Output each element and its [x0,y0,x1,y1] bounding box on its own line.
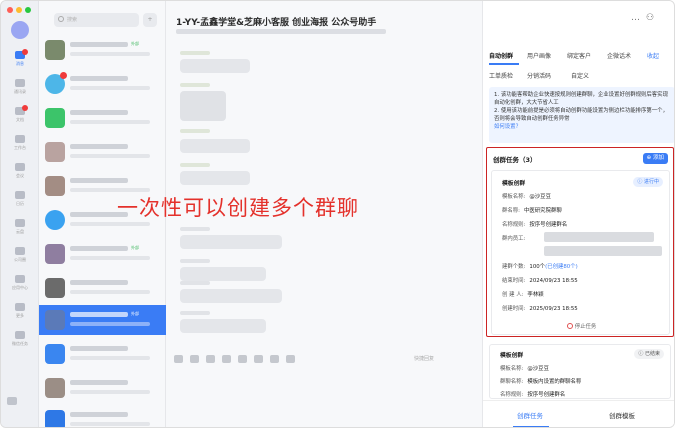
status-badge: ⓘ 进行中 [633,177,663,187]
rail-contacts[interactable]: 通讯录 [10,79,30,95]
message-bubble [180,171,250,185]
rail-docs[interactable]: 文档 [10,105,30,123]
message-bubble [180,139,250,153]
image-icon[interactable] [238,355,247,363]
left-rail: 消息 通讯录 文档 工作台 会议 日历 云盘 公司圈 应用中心 更多 微信任务 [1,1,39,427]
contacts-icon [15,79,25,87]
tab-custom[interactable]: 自定义 [571,71,589,80]
help-note: 1. 该功能客帮助企业快速按规则创建群聊，企业设置好创群规则后客实现自动化创群，… [489,87,674,143]
list-item[interactable] [39,373,166,403]
list-item[interactable] [39,69,166,99]
app-window: 消息 通讯录 文档 工作台 会议 日历 云盘 公司圈 应用中心 更多 微信任务 … [0,0,675,428]
file-icon[interactable] [206,355,215,363]
rail-meeting[interactable]: 会议 [10,163,30,179]
folder-icon[interactable] [254,355,263,363]
message-bubble [180,319,266,333]
more-tools-icon[interactable] [286,355,295,363]
header-actions: …⚇ [631,13,660,23]
bottom-tabs: 创群任务 创群模板 [483,400,674,427]
emoji-icon[interactable] [174,355,183,363]
rail-moments[interactable]: 公司圈 [10,247,30,263]
chat-subtitle [176,29,386,34]
screenshot-icon[interactable] [222,355,231,363]
list-item[interactable] [39,137,166,167]
how-to-link[interactable]: 如何设置？ [494,123,670,131]
annotation-caption: 一次性可以创建多个群聊 [117,196,359,220]
list-item[interactable] [39,405,166,427]
task-item: 模板创群 ⓘ 进行中 模板名称: @沙豆豆 群名称: 中医研究院群聊 名称规则: 按序… [491,170,670,335]
message-bubble [180,235,282,249]
meeting-icon [15,163,25,171]
rail-messages[interactable]: 消息 [10,49,30,67]
tab-ticket-qc[interactable]: 工单质检 [489,71,513,80]
stop-task-button[interactable]: 停止任务 [492,322,671,330]
message-bubble [180,289,282,303]
list-item[interactable] [39,339,166,369]
tab-group-tasks[interactable]: 创群任务 [517,410,543,420]
collapse-button[interactable]: 收起 [647,51,659,60]
tab-user-profile[interactable]: 用户画像 [527,51,551,60]
tab-scripts[interactable]: 企微话术 [607,51,631,60]
apps-icon [15,275,25,283]
chat-title: 1-YY-孟鑫学堂&芝麻小客服 创业海报 公众号助手 [176,18,377,28]
settings-icon[interactable] [7,397,17,405]
more-icon[interactable]: … [631,13,646,23]
more-icon [15,303,25,311]
list-item[interactable] [39,103,166,133]
add-task-button[interactable]: ⊕ 添加 [642,153,668,164]
window-controls[interactable] [7,7,31,13]
rail-apps[interactable]: 应用中心 [10,275,30,291]
quick-reply-button[interactable]: 快捷回复 [414,355,434,362]
search-input[interactable]: 搜索 [54,13,139,27]
task-icon [15,331,25,339]
calendar-icon [15,191,25,199]
drive-icon [15,219,25,227]
moments-icon [15,247,25,255]
tab-distribution[interactable]: 分销活码 [527,71,551,80]
workbench-icon [15,135,25,143]
avatar[interactable] [11,21,29,39]
status-badge: ⓘ 已结束 [634,349,664,359]
task-item-ended: 模板创群 ⓘ 已结束 模板名称: @沙豆豆 群聊名称: 模板内设置的群聊名称 名称规… [489,344,671,399]
rail-workbench[interactable]: 工作台 [10,135,30,151]
list-item-selected[interactable]: 外部 [39,305,166,335]
message-bubble [180,59,250,73]
list-item[interactable]: 外部 [39,35,166,65]
add-button[interactable]: + [143,13,157,27]
stop-icon [566,323,573,329]
tab-group-templates[interactable]: 创群模板 [609,410,635,420]
message-bubble [180,267,266,281]
active-tab-indicator [489,63,519,65]
list-item[interactable] [39,273,166,303]
rail-wechat-task[interactable]: 微信任务 [10,331,30,347]
tab-auto-group[interactable]: 自动创群 [489,51,513,60]
blurred-members [544,232,654,242]
rail-calendar[interactable]: 日历 [10,191,30,207]
card-title: 创群任务（3） [493,156,537,164]
image-message[interactable] [180,91,226,121]
sidebar-panel: …⚇ 自动创群 用户画像 绑定客户 企微话术 收起 工单质检 分销活码 自定义 … [482,1,674,427]
record-icon[interactable] [270,355,279,363]
rail-drive[interactable]: 云盘 [10,219,30,235]
mention-icon[interactable] [190,355,199,363]
add-member-icon[interactable]: ⚇ [646,13,660,23]
rail-more[interactable]: 更多 [10,303,30,319]
list-item[interactable]: 外部 [39,239,166,269]
group-task-card: 创群任务（3） ⊕ 添加 模板创群 ⓘ 进行中 模板名称: @沙豆豆 群名称: 中医… [486,147,674,337]
tab-bind-customer[interactable]: 绑定客户 [567,51,591,60]
search-icon [58,16,64,22]
